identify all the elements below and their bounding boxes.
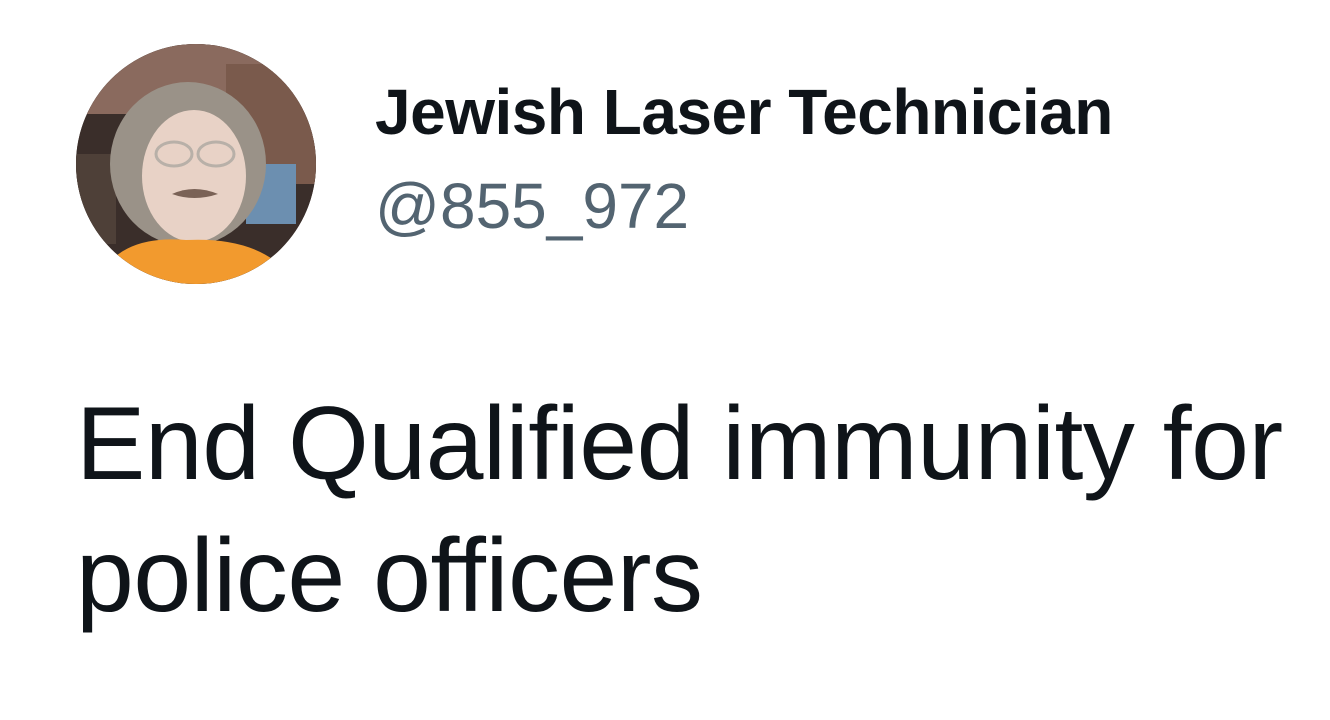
profile-photo-icon	[76, 44, 316, 284]
user-handle[interactable]: @855_972	[375, 170, 689, 242]
tweet-text: End Qualified immunity for police office…	[76, 386, 1283, 634]
avatar[interactable]	[76, 44, 316, 284]
display-name[interactable]: Jewish Laser Technician	[375, 76, 1113, 148]
tweet-card: Jewish Laser Technician @855_972 End Qua…	[0, 0, 1330, 720]
